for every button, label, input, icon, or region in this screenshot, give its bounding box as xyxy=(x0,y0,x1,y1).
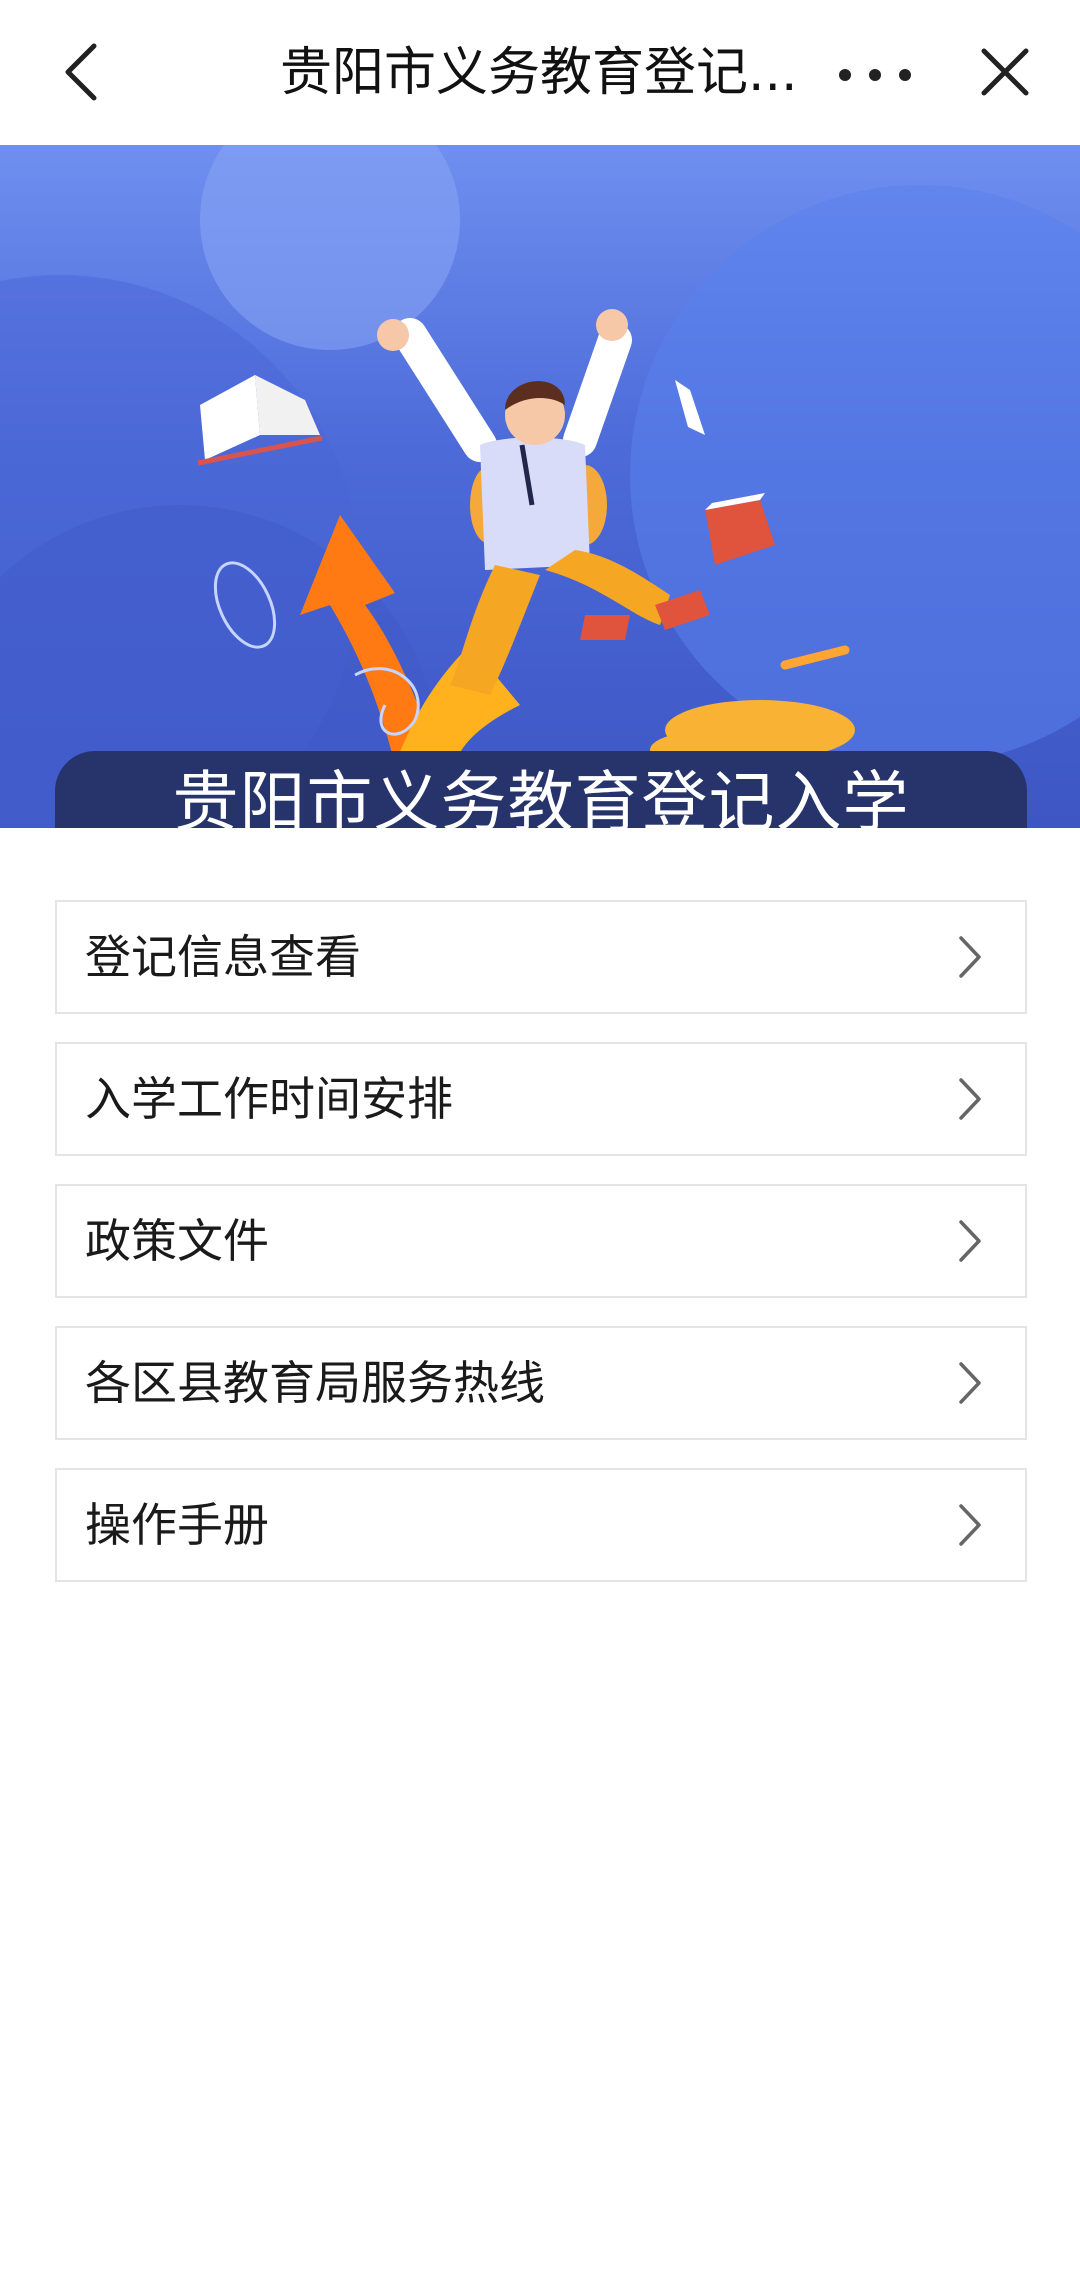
chevron-left-icon xyxy=(65,43,97,101)
banner-caption: 贵阳市义务教育登记入学 xyxy=(55,751,1027,828)
chevron-right-icon xyxy=(959,1504,981,1546)
menu-item-policy-documents[interactable]: 政策文件 xyxy=(55,1184,1027,1298)
close-icon xyxy=(981,48,1029,96)
hero-banner: 贵阳市义务教育登记入学 xyxy=(0,145,1080,828)
menu-item-user-manual[interactable]: 操作手册 xyxy=(55,1468,1027,1582)
close-button[interactable] xyxy=(965,32,1045,112)
menu-item-registration-info[interactable]: 登记信息查看 xyxy=(55,900,1027,1014)
chevron-right-icon xyxy=(959,1220,981,1262)
menu-item-label: 各区县教育局服务热线 xyxy=(85,1356,545,1410)
menu-item-label: 政策文件 xyxy=(85,1214,269,1268)
menu-item-service-hotlines[interactable]: 各区县教育局服务热线 xyxy=(55,1326,1027,1440)
banner-illustration xyxy=(0,145,1080,828)
more-button[interactable] xyxy=(820,40,930,110)
top-navigation-bar: 贵阳市义务教育登记... xyxy=(0,0,1080,145)
menu-item-label: 入学工作时间安排 xyxy=(85,1072,453,1126)
back-button[interactable] xyxy=(40,32,120,112)
more-dots-icon xyxy=(839,69,911,81)
page-title: 贵阳市义务教育登记... xyxy=(280,43,798,103)
menu-item-schedule[interactable]: 入学工作时间安排 xyxy=(55,1042,1027,1156)
chevron-right-icon xyxy=(959,936,981,978)
menu-item-label: 操作手册 xyxy=(85,1498,269,1552)
chevron-right-icon xyxy=(959,1078,981,1120)
chevron-right-icon xyxy=(959,1362,981,1404)
menu-item-label: 登记信息查看 xyxy=(85,930,361,984)
menu-list: 登记信息查看 入学工作时间安排 政策文件 各区县教育局服务热线 操作手册 xyxy=(55,900,1027,1610)
